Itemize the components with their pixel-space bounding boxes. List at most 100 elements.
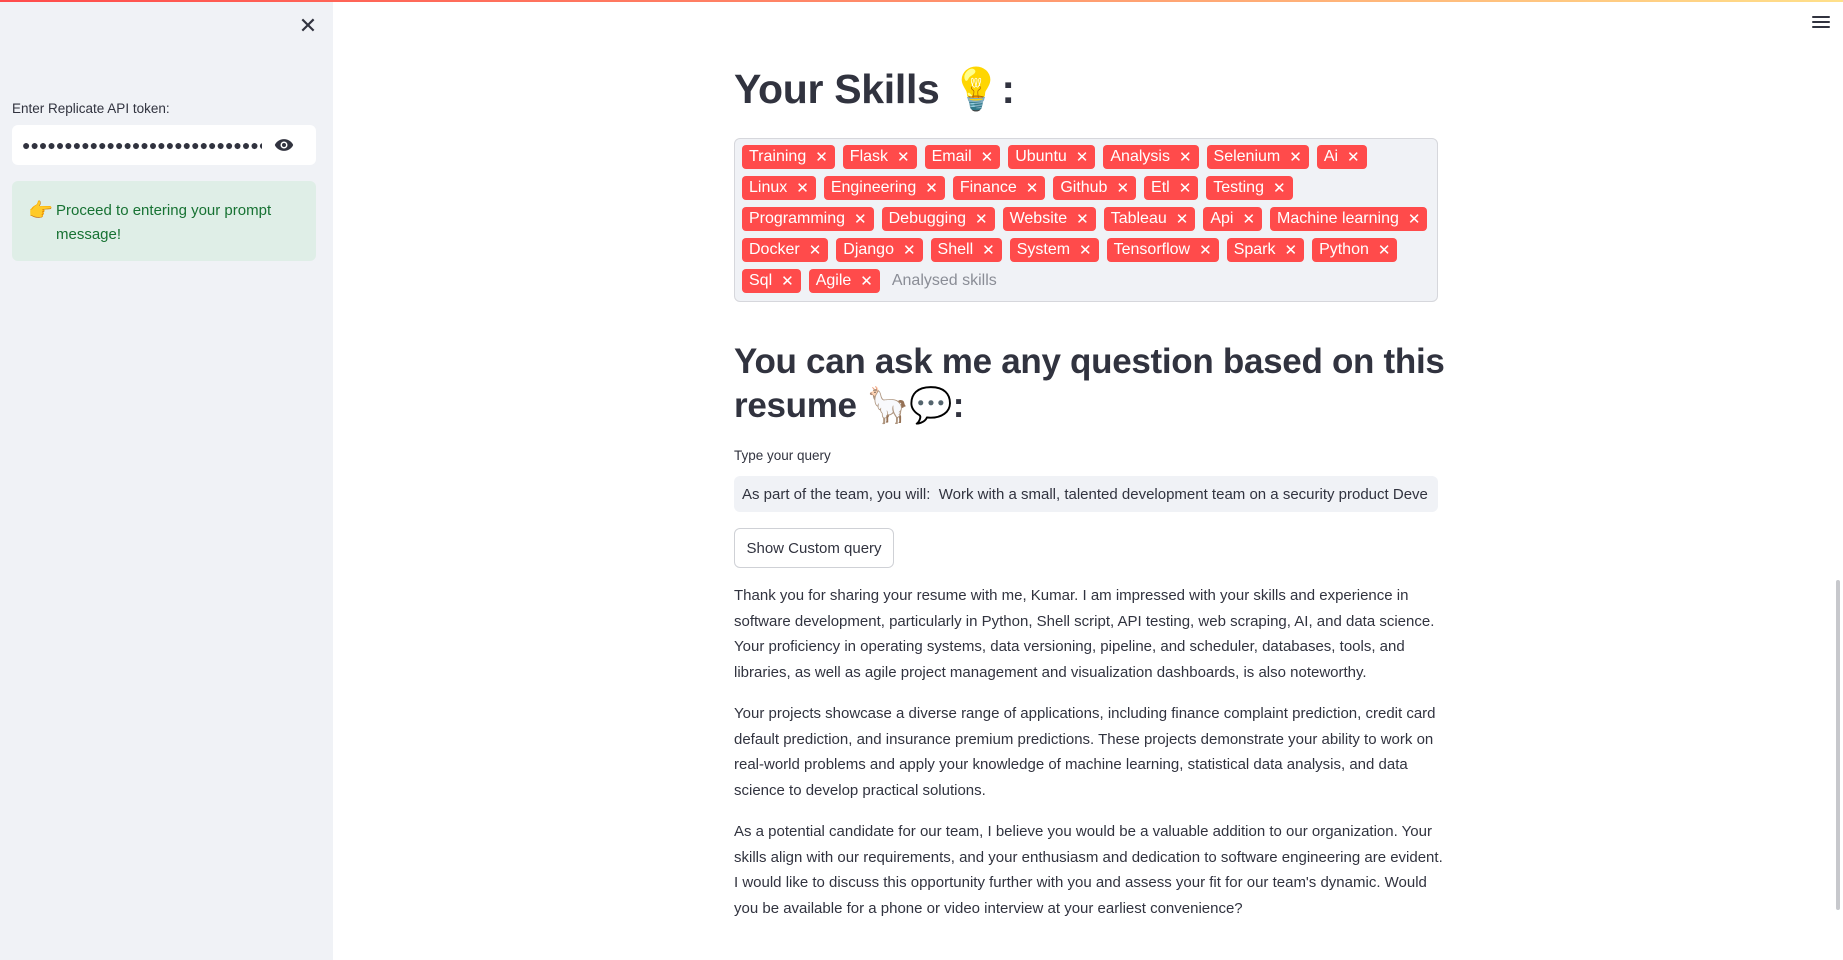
skill-chip-label: Python (1319, 241, 1369, 258)
skill-chip-label: Api (1210, 210, 1234, 227)
skill-chip: Spark ✕ (1226, 238, 1305, 262)
query-field (734, 476, 1438, 512)
token-label: Enter Replicate API token: (12, 101, 170, 116)
skill-chip-label: Agile (815, 272, 852, 289)
answer-text: Thank you for sharing your resume with m… (734, 583, 1446, 937)
hamburger-menu-icon[interactable] (1812, 16, 1830, 32)
close-icon[interactable]: ✕ (296, 14, 320, 38)
skill-chip: Ubuntu ✕ (1008, 145, 1096, 169)
pointing-hand-icon: 👉 (28, 200, 53, 222)
skill-chip-label: Sql (749, 272, 773, 289)
skill-chip: Ai ✕ (1316, 145, 1367, 169)
skill-chip-label: Programming (749, 210, 846, 227)
skills-placeholder[interactable]: Analysed skills (888, 269, 997, 293)
skill-chip: Django ✕ (836, 238, 923, 262)
query-heading: You can ask me any question based on thi… (734, 342, 1445, 425)
remove-chip-icon[interactable]: ✕ (1116, 179, 1129, 197)
remove-chip-icon[interactable]: ✕ (897, 148, 910, 166)
remove-chip-icon[interactable]: ✕ (1179, 148, 1192, 166)
remove-chip-icon[interactable]: ✕ (1289, 148, 1302, 166)
answer-paragraph: Thank you for sharing your resume with m… (734, 587, 1435, 681)
top-decoration-bar (0, 0, 1843, 2)
remove-chip-icon[interactable]: ✕ (860, 272, 873, 290)
info-message: Proceed to entering your prompt message! (56, 202, 272, 243)
skills-heading: Your Skills 💡: (734, 66, 1015, 112)
answer-paragraph: As a potential candidate for our team, I… (734, 823, 1443, 917)
skill-chip: Selenium ✕ (1206, 145, 1309, 169)
remove-chip-icon[interactable]: ✕ (982, 241, 995, 259)
skill-chip: Shell ✕ (930, 238, 1002, 262)
remove-chip-icon[interactable]: ✕ (809, 241, 822, 259)
api-token-input[interactable] (12, 137, 262, 153)
info-alert: 👉 Proceed to entering your prompt messag… (12, 181, 316, 261)
skill-chip: Python ✕ (1312, 238, 1398, 262)
skill-chip: Agile ✕ (808, 269, 880, 293)
query-input[interactable] (734, 476, 1438, 512)
remove-chip-icon[interactable]: ✕ (781, 272, 794, 290)
skill-chip: Email ✕ (924, 145, 1001, 169)
skill-chip: Engineering ✕ (823, 176, 945, 200)
skill-chip: Testing ✕ (1206, 176, 1293, 200)
sidebar: ✕ Enter Replicate API token: 👉 Proceed t… (0, 0, 333, 960)
skill-chip: Machine learning ✕ (1270, 207, 1428, 231)
skill-chip-label: Ubuntu (1015, 148, 1067, 165)
skill-chip: Website ✕ (1002, 207, 1096, 231)
remove-chip-icon[interactable]: ✕ (1076, 210, 1089, 228)
eye-icon[interactable] (274, 137, 294, 153)
show-custom-query-button[interactable]: Show Custom query (734, 528, 894, 568)
skill-chip: Analysis ✕ (1103, 145, 1199, 169)
skills-multiselect[interactable]: Training ✕ Flask ✕ Email ✕ Ubuntu ✕ Analysis ✕ Sel… (734, 138, 1438, 302)
skill-chip: Etl ✕ (1144, 176, 1199, 200)
remove-chip-icon[interactable]: ✕ (975, 210, 988, 228)
skill-chip: Github ✕ (1053, 176, 1137, 200)
skill-chip-label: Ai (1323, 148, 1339, 165)
skill-chip: Docker ✕ (742, 238, 829, 262)
token-field (12, 125, 316, 165)
skill-chip: System ✕ (1009, 238, 1099, 262)
skill-chip-label: Tensorflow (1113, 241, 1191, 258)
remove-chip-icon[interactable]: ✕ (1408, 210, 1421, 228)
skill-chip: Tensorflow ✕ (1106, 238, 1219, 262)
skill-chip: Api ✕ (1203, 207, 1263, 231)
skill-chip-label: Website (1009, 210, 1068, 227)
remove-chip-icon[interactable]: ✕ (1176, 210, 1189, 228)
skill-chip-label: Django (843, 241, 894, 258)
remove-chip-icon[interactable]: ✕ (981, 148, 994, 166)
skill-chip-label: Flask (849, 148, 889, 165)
remove-chip-icon[interactable]: ✕ (925, 179, 938, 197)
remove-chip-icon[interactable]: ✕ (854, 210, 867, 228)
skill-chip-label: Etl (1151, 179, 1170, 196)
remove-chip-icon[interactable]: ✕ (1079, 241, 1092, 259)
skill-chip: Linux ✕ (742, 176, 816, 200)
skill-chip: Flask ✕ (842, 145, 917, 169)
remove-chip-icon[interactable]: ✕ (1273, 179, 1286, 197)
skill-chip: Sql ✕ (742, 269, 801, 293)
skill-chip: Tableau ✕ (1103, 207, 1196, 231)
skill-chip-label: Analysis (1110, 148, 1170, 165)
remove-chip-icon[interactable]: ✕ (796, 179, 809, 197)
remove-chip-icon[interactable]: ✕ (1347, 148, 1360, 166)
remove-chip-icon[interactable]: ✕ (1284, 241, 1297, 259)
skill-chip-label: Github (1060, 179, 1108, 196)
skill-chip: Debugging ✕ (881, 207, 995, 231)
answer-paragraph: Your projects showcase a diverse range o… (734, 705, 1436, 799)
scrollbar[interactable] (1836, 580, 1840, 910)
remove-chip-icon[interactable]: ✕ (1242, 210, 1255, 228)
skill-chip-label: Email (931, 148, 972, 165)
remove-chip-icon[interactable]: ✕ (1179, 179, 1192, 197)
remove-chip-icon[interactable]: ✕ (903, 241, 916, 259)
skill-chip-label: Shell (937, 241, 974, 258)
skill-chip-label: Finance (959, 179, 1017, 196)
skill-chip-label: System (1016, 241, 1071, 258)
skill-chip-label: Testing (1213, 179, 1264, 196)
remove-chip-icon[interactable]: ✕ (815, 148, 828, 166)
skill-chip-label: Selenium (1213, 148, 1281, 165)
remove-chip-icon[interactable]: ✕ (1199, 241, 1212, 259)
skill-chip: Programming ✕ (742, 207, 874, 231)
skill-chip-label: Machine learning (1277, 210, 1399, 227)
skill-chip-label: Spark (1233, 241, 1276, 258)
skill-chip-label: Engineering (830, 179, 917, 196)
remove-chip-icon[interactable]: ✕ (1378, 241, 1391, 259)
remove-chip-icon[interactable]: ✕ (1076, 148, 1089, 166)
remove-chip-icon[interactable]: ✕ (1026, 179, 1039, 197)
